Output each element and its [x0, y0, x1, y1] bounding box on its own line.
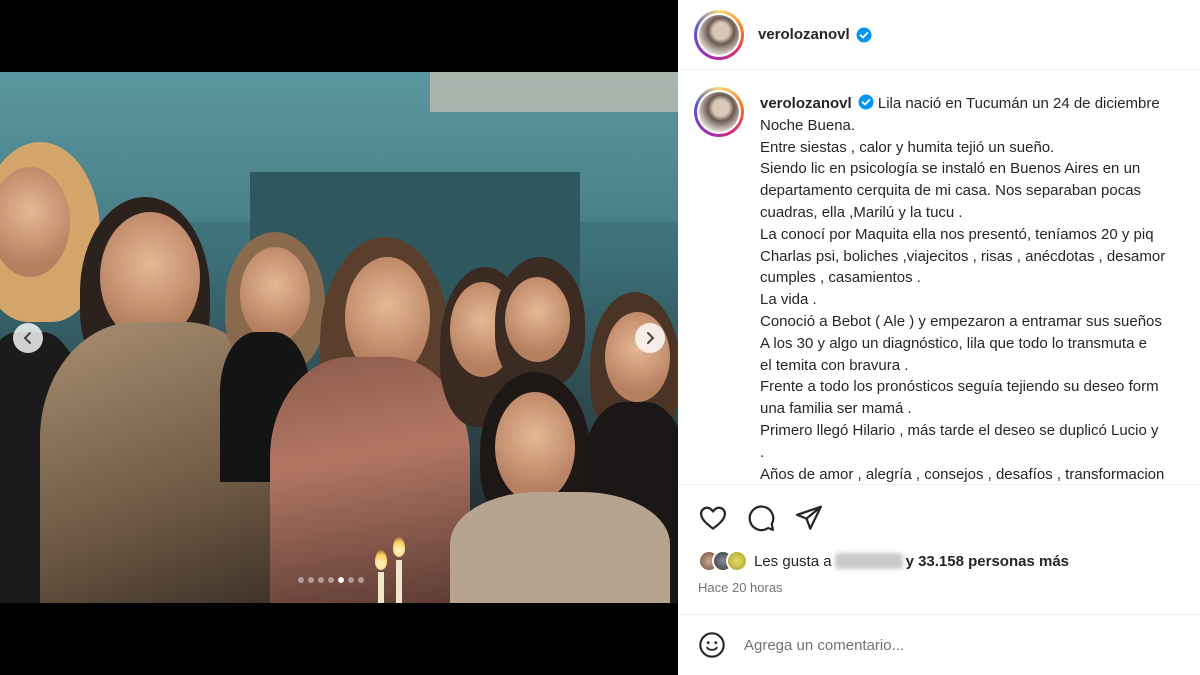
caption-line: Conoció a Bebot ( Ale ) y empezaron a en…	[760, 312, 1162, 330]
caption-line: Noche Buena.	[760, 116, 856, 134]
post-media	[0, 0, 678, 675]
carousel-dot	[318, 577, 324, 583]
caption-line: el temita con bravura .	[760, 356, 909, 374]
caption-line: Siendo lic en psicología se instaló en B…	[760, 160, 1141, 178]
carousel-dot	[338, 577, 344, 583]
post-photo	[0, 72, 678, 603]
caption-line: Primero llegó Hilario , más tarde el des…	[760, 421, 1159, 439]
caption-avatar[interactable]	[694, 87, 744, 137]
header-username[interactable]: verolozanovl	[758, 26, 850, 43]
caption-line: La conocí por Maquita ella nos presentó,…	[760, 225, 1154, 243]
caption-line: Frente a todo los pronósticos seguía tej…	[760, 378, 1159, 396]
avatar[interactable]	[694, 9, 744, 60]
likes-summary: Les gusta ay 33.158 personas más	[698, 550, 1069, 572]
carousel-dot	[308, 577, 314, 583]
post-sidebar: verolozanovl verolozanovl Lila nació en …	[678, 0, 1200, 675]
caption-line: departamento cerquita de mi casa. Nos se…	[760, 182, 1142, 200]
post-header: verolozanovl	[678, 0, 1200, 70]
emoji-icon[interactable]	[698, 631, 726, 659]
caption-line: La vida .	[760, 291, 817, 309]
post-timestamp[interactable]: Hace 20 horas	[698, 580, 783, 595]
likes-text[interactable]: Les gusta ay 33.158 personas más	[754, 552, 1069, 570]
caption-line: Entre siestas , calor y humita tejió un …	[760, 138, 1055, 156]
verified-badge-icon	[856, 27, 872, 42]
caption-line: Años de amor , alegría , consejos , desa…	[760, 465, 1165, 483]
caption-area: verolozanovl Lila nació en Tucumán un 24…	[678, 71, 1200, 484]
action-bar	[678, 484, 1200, 550]
heart-icon[interactable]	[698, 503, 728, 533]
chevron-right-icon	[647, 332, 655, 344]
chevron-left-icon	[23, 332, 31, 344]
caption-line: Lila nació en Tucumán un 24 de diciembre	[877, 95, 1160, 112]
caption-line: .	[760, 443, 765, 461]
blurred-username	[834, 552, 903, 569]
caption-text: verolozanovl Lila nació en Tucumán un 24…	[760, 93, 1200, 484]
caption-username[interactable]: verolozanovl	[760, 95, 852, 112]
next-slide-button[interactable]	[635, 323, 665, 353]
share-icon[interactable]	[794, 503, 824, 533]
comment-bar	[678, 614, 1200, 675]
instagram-post-view: verolozanovl verolozanovl Lila nació en …	[0, 0, 1200, 675]
carousel-dot	[358, 577, 364, 583]
caption-line: A los 30 y algo un diagnóstico, lila que…	[760, 334, 1147, 352]
carousel-dot	[328, 577, 334, 583]
comment-input[interactable]	[744, 636, 1144, 654]
carousel-dot	[298, 577, 304, 583]
comment-icon[interactable]	[746, 503, 776, 533]
caption-line: una familia ser mamá .	[760, 400, 912, 418]
caption-line: cuadras, ella ,Marilú y la tucu .	[760, 203, 963, 221]
carousel-dot	[348, 577, 354, 583]
caption-line: cumples , casamientos .	[760, 269, 921, 287]
caption-line: Charlas psi, boliches ,viajecitos , risa…	[760, 247, 1166, 265]
verified-badge-icon	[858, 94, 874, 110]
avatar	[726, 550, 748, 572]
carousel-indicator	[298, 577, 364, 583]
previous-slide-button[interactable]	[13, 323, 43, 353]
